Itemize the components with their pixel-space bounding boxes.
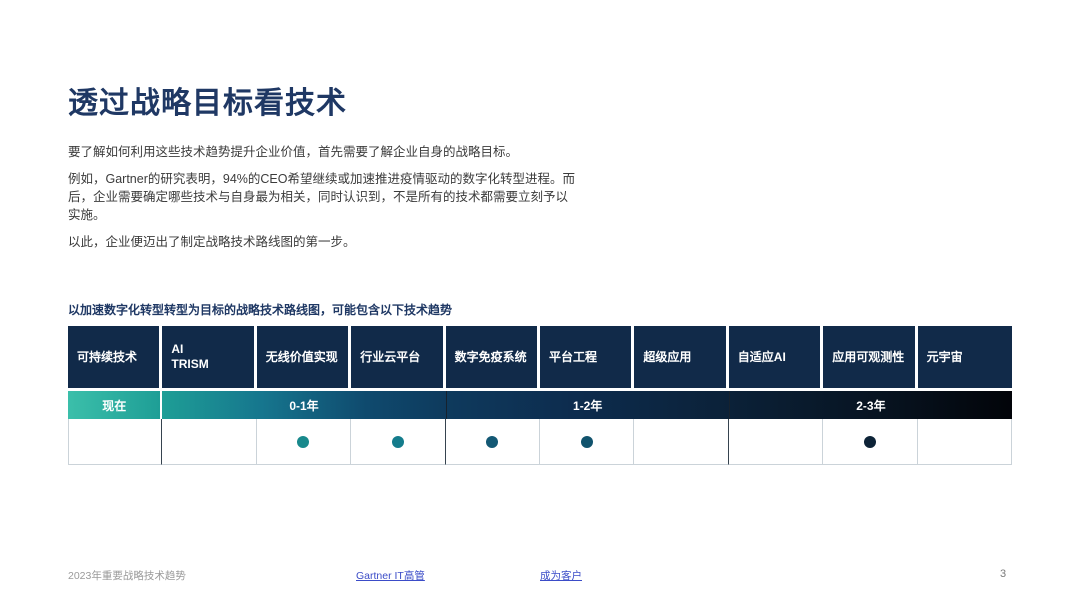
intro-text-block: 要了解如何利用这些技术趋势提升企业价值，首先需要了解企业自身的战略目标。 例如，… <box>68 143 580 260</box>
trend-empty-cell <box>729 419 823 465</box>
trend-empty-cell <box>918 419 1012 465</box>
timeline-period-0-1yr: 0-1年 <box>162 391 445 419</box>
page-title: 透过战略目标看技术 <box>68 78 347 122</box>
trend-dot <box>297 436 309 448</box>
roadmap-header-row: 可持续技术 AI TRISM 无线价值实现行业云平台 数字免疫系统平台工程 超级应用 自适… <box>68 326 1012 388</box>
trend-empty-cell <box>68 419 162 465</box>
slide-page: 透过战略目标看技术 要了解如何利用这些技术趋势提升企业价值，首先需要了解企业自身… <box>0 0 1080 608</box>
timeline-period-label: 2-3年 <box>856 397 885 414</box>
trend-dot-cell <box>257 419 351 465</box>
trend-empty-cell <box>634 419 728 465</box>
timeline-now-label: 现在 <box>102 397 126 414</box>
trend-column-label: 应用可观测性 <box>823 350 904 365</box>
trend-column-label: 元宇宙 <box>918 350 963 365</box>
trend-dot-cell <box>351 419 445 465</box>
trend-column-header: 应用可观测性 <box>823 326 917 388</box>
intro-paragraph-2: 例如，Gartner的研究表明，94%的CEO希望继续或加速推进疫情驱动的数字化… <box>68 170 580 224</box>
trend-column-header: 数字免疫系统 <box>446 326 540 388</box>
trend-column-header: 自适应AI <box>729 326 823 388</box>
trend-column-header: 可持续技术 <box>68 326 162 388</box>
trend-column-header: 元宇宙 <box>918 326 1012 388</box>
timeline-period-1-2yr: 1-2年 <box>446 391 729 419</box>
footer: 2023年重要战略技术趋势 Gartner IT高管 成为客户 3 <box>0 563 1080 593</box>
roadmap-table: 可持续技术 AI TRISM 无线价值实现行业云平台 数字免疫系统平台工程 超级应用 自适… <box>68 326 1012 465</box>
trend-column-label: 可持续技术 <box>68 350 137 365</box>
trend-column-label: 自适应AI <box>729 350 786 365</box>
trend-dot-cell <box>446 419 540 465</box>
trend-column-header: 平台工程 <box>540 326 634 388</box>
roadmap-timeline-row: 现在 0-1年 1-2年 2-3年 <box>68 391 1012 419</box>
trend-dot <box>864 436 876 448</box>
trend-column-label: 平台工程 <box>540 350 597 365</box>
trend-dot-cell <box>823 419 917 465</box>
footer-link-become-client[interactable]: 成为客户 <box>540 568 582 583</box>
timeline-period-label: 0-1年 <box>289 397 318 414</box>
roadmap-caption: 以加速数字化转型转型为目标的战略技术路线图，可能包含以下技术趋势 <box>68 301 452 318</box>
footer-link-gartner-it[interactable]: Gartner IT高管 <box>356 568 425 583</box>
trend-dot <box>392 436 404 448</box>
trend-dot <box>486 436 498 448</box>
trend-column-label: 数字免疫系统 <box>446 350 527 365</box>
trend-column-label: 行业云平台 <box>351 350 420 365</box>
timeline-now-cell: 现在 <box>68 391 162 419</box>
trend-column-header: 无线价值实现 <box>257 326 351 388</box>
intro-paragraph-1: 要了解如何利用这些技术趋势提升企业价值，首先需要了解企业自身的战略目标。 <box>68 143 580 161</box>
trend-dot <box>581 436 593 448</box>
trend-column-label: AI TRISM <box>162 342 208 372</box>
trend-empty-cell <box>162 419 256 465</box>
trend-dot-cell <box>540 419 634 465</box>
trend-column-label: 无线价值实现 <box>257 350 338 365</box>
roadmap-dots-row <box>68 419 1012 465</box>
timeline-period-2-3yr: 2-3年 <box>729 391 1012 419</box>
footer-report-title: 2023年重要战略技术趋势 <box>68 568 186 583</box>
trend-column-header: 超级应用 <box>634 326 728 388</box>
trend-column-header: AI TRISM <box>162 326 256 388</box>
trend-column-header: 行业云平台 <box>351 326 445 388</box>
trend-column-label: 超级应用 <box>634 350 691 365</box>
timeline-period-label: 1-2年 <box>573 397 602 414</box>
intro-paragraph-3: 以此，企业便迈出了制定战略技术路线图的第一步。 <box>68 233 580 251</box>
page-number: 3 <box>1000 568 1006 580</box>
